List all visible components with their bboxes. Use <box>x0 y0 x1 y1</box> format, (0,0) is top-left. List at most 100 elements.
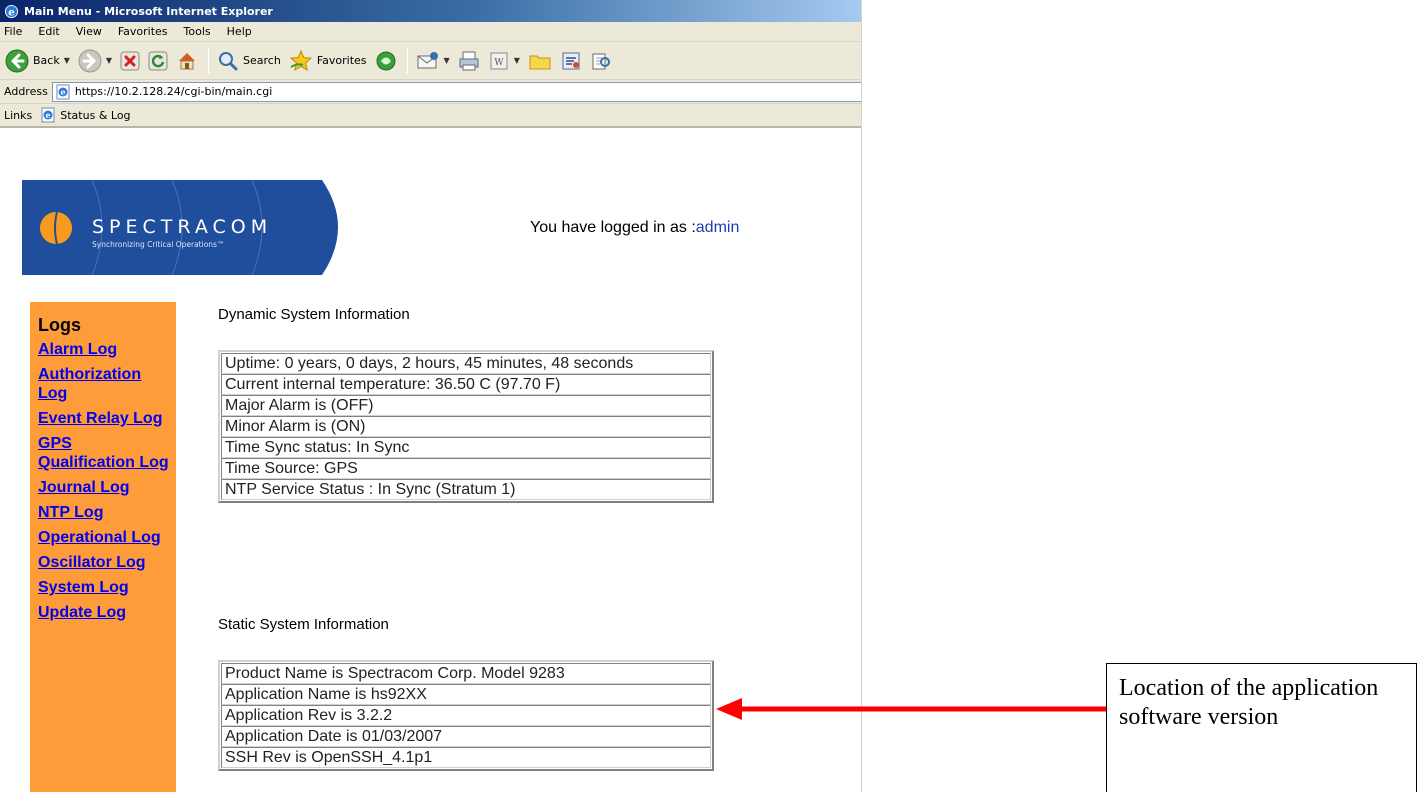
table-cell: Time Source: GPS <box>221 458 711 479</box>
favorites-label: Favorites <box>316 54 367 67</box>
back-button[interactable]: Back ▼ <box>2 46 73 76</box>
table-row: Minor Alarm is (ON) <box>221 416 711 437</box>
table-cell: Uptime: 0 years, 0 days, 2 hours, 45 min… <box>221 353 711 374</box>
table-cell: NTP Service Status : In Sync (Stratum 1) <box>221 479 711 500</box>
dynamic-info-title: Dynamic System Information <box>218 306 410 323</box>
table-row: Current internal temperature: 36.50 C (9… <box>221 374 711 395</box>
address-bar: Address e https://10.2.128.24/cgi-bin/ma… <box>0 80 861 104</box>
svg-text:e: e <box>60 87 65 97</box>
mail-dropdown-icon[interactable]: ▼ <box>444 56 450 65</box>
sidebar-link-event-relay-log[interactable]: Event Relay Log <box>38 409 170 428</box>
table-row: Major Alarm is (OFF) <box>221 395 711 416</box>
annotation-arrow-icon <box>716 698 1108 720</box>
title-bar: e Main Menu - Microsoft Internet Explore… <box>0 0 861 22</box>
login-user: admin <box>695 219 740 236</box>
favorites-button[interactable]: Favorites <box>286 46 370 76</box>
favorites-star-icon <box>289 49 313 71</box>
media-button[interactable] <box>372 46 400 76</box>
toolbar: Back ▼ ▼ Search Favorites ▼ W ▼ <box>0 42 861 80</box>
edit-button[interactable]: W ▼ <box>485 46 523 76</box>
print-button[interactable] <box>455 46 483 76</box>
login-prefix: You have logged in as : <box>530 219 696 236</box>
table-cell: Major Alarm is (OFF) <box>221 395 711 416</box>
menu-file[interactable]: File <box>4 25 22 38</box>
table-cell: SSH Rev is OpenSSH_4.1p1 <box>221 747 711 768</box>
table-row: Application Date is 01/03/2007 <box>221 726 711 747</box>
media-icon <box>376 51 396 70</box>
sidebar-link-gps-qualification-log[interactable]: GPS Qualification Log <box>38 434 170 472</box>
ie-logo-icon: e <box>4 4 19 18</box>
table-cell: Current internal temperature: 36.50 C (9… <box>221 374 711 395</box>
spectracom-logo: SPECTRACOM Synchronizing Critical Operat… <box>22 180 338 275</box>
sidebar-link-system-log[interactable]: System Log <box>38 578 170 597</box>
address-label: Address <box>4 85 48 98</box>
address-input[interactable]: e https://10.2.128.24/cgi-bin/main.cgi <box>51 81 861 102</box>
svg-text:e: e <box>46 110 51 120</box>
static-info-title: Static System Information <box>218 616 389 633</box>
address-url: https://10.2.128.24/cgi-bin/main.cgi <box>74 85 273 98</box>
links-item-status-log[interactable]: e Status & Log <box>40 107 131 123</box>
links-bar: Links e Status & Log <box>0 104 861 128</box>
refresh-button[interactable] <box>145 46 171 76</box>
toolbar-separator <box>406 47 408 74</box>
word-edit-icon: W <box>490 52 508 69</box>
table-cell: Minor Alarm is (ON) <box>221 416 711 437</box>
forward-arrow-icon <box>78 49 102 72</box>
discuss-button[interactable] <box>525 46 555 76</box>
forward-dropdown-icon[interactable]: ▼ <box>106 56 112 65</box>
sidebar-link-journal-log[interactable]: Journal Log <box>38 478 170 497</box>
refresh-icon <box>148 51 168 70</box>
logs-sidebar: Logs Alarm Log Authorization Log Event R… <box>30 302 176 792</box>
edit-dropdown-icon[interactable]: ▼ <box>514 56 520 65</box>
table-cell: Product Name is Spectracom Corp. Model 9… <box>221 663 711 684</box>
sidebar-link-operational-log[interactable]: Operational Log <box>38 528 170 547</box>
back-dropdown-icon[interactable]: ▼ <box>64 56 70 65</box>
annotation-text: Location of the application software ver… <box>1119 675 1379 730</box>
brand-tagline: Synchronizing Critical Operations™ <box>92 240 224 249</box>
mail-button[interactable]: ▼ <box>413 46 453 76</box>
table-cell: Time Sync status: In Sync <box>221 437 711 458</box>
page-content: SPECTRACOM Synchronizing Critical Operat… <box>0 130 861 792</box>
table-row: Time Sync status: In Sync <box>221 437 711 458</box>
browser-window: e Main Menu - Microsoft Internet Explore… <box>0 0 862 792</box>
links-item-label: Status & Log <box>60 108 131 122</box>
brand-name: SPECTRACOM <box>92 216 272 238</box>
research-icon <box>592 53 610 69</box>
page-icon: e <box>56 84 70 99</box>
page-icon: e <box>41 107 55 123</box>
table-row: Product Name is Spectracom Corp. Model 9… <box>221 663 711 684</box>
search-label: Search <box>243 54 281 67</box>
window-title: Main Menu - Microsoft Internet Explorer <box>24 4 273 18</box>
table-cell: Application Date is 01/03/2007 <box>221 726 711 747</box>
back-arrow-icon <box>5 49 29 72</box>
login-status: You have logged in as :admin <box>530 219 739 237</box>
links-label: Links <box>4 108 33 122</box>
toolbar-separator <box>208 47 210 74</box>
forward-button[interactable]: ▼ <box>75 46 115 76</box>
messenger-button[interactable] <box>557 46 585 76</box>
table-cell: Application Rev is 3.2.2 <box>221 705 711 726</box>
menu-favorites[interactable]: Favorites <box>118 25 168 38</box>
svg-text:W: W <box>494 58 504 68</box>
menu-view[interactable]: View <box>76 25 102 38</box>
table-row: Time Source: GPS <box>221 458 711 479</box>
stop-button[interactable] <box>117 46 143 76</box>
menu-edit[interactable]: Edit <box>38 25 59 38</box>
sidebar-link-ntp-log[interactable]: NTP Log <box>38 503 170 522</box>
table-row: NTP Service Status : In Sync (Stratum 1) <box>221 479 711 500</box>
sidebar-title: Logs <box>38 315 81 335</box>
static-info-table: Product Name is Spectracom Corp. Model 9… <box>218 660 714 771</box>
menu-tools[interactable]: Tools <box>184 25 211 38</box>
printer-icon <box>459 51 479 70</box>
home-button[interactable] <box>173 46 201 76</box>
sidebar-link-oscillator-log[interactable]: Oscillator Log <box>38 553 170 572</box>
menu-bar: File Edit View Favorites Tools Help <box>0 22 861 42</box>
mail-icon <box>417 51 438 68</box>
menu-help[interactable]: Help <box>227 25 252 38</box>
sidebar-link-authorization-log[interactable]: Authorization Log <box>38 365 170 403</box>
search-button[interactable]: Search <box>214 46 284 76</box>
sidebar-link-update-log[interactable]: Update Log <box>38 603 170 622</box>
research-button[interactable] <box>587 46 615 76</box>
sidebar-link-alarm-log[interactable]: Alarm Log <box>38 340 170 359</box>
back-label: Back <box>33 54 60 67</box>
